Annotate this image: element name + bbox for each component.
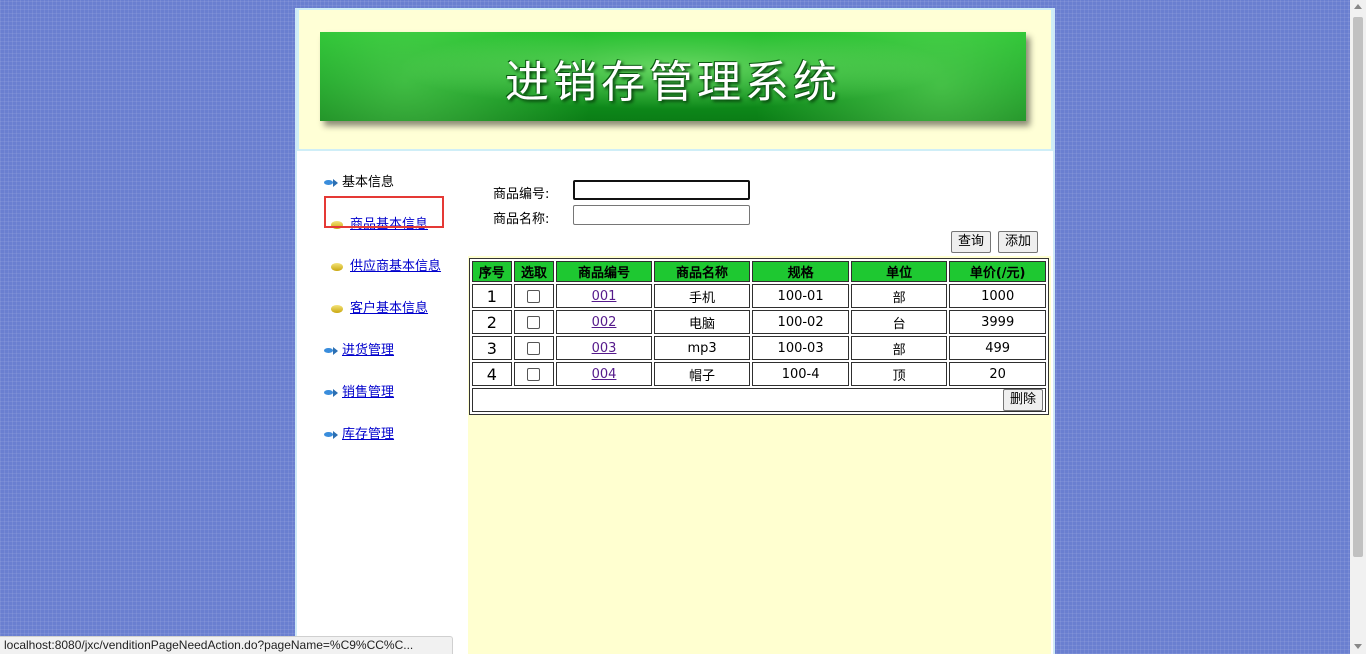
col-header-index: 序号 xyxy=(472,261,512,282)
table-header-row: 序号 选取 商品编号 商品名称 规格 单位 单价(/元) xyxy=(472,261,1046,282)
page-container: 进销存管理系统 基本信息 商品基本信息 供应商基本信息 客户基本信息 进货管理 … xyxy=(295,8,1055,654)
row-checkbox[interactable] xyxy=(527,315,541,329)
row-select-cell xyxy=(513,336,555,360)
row-price: 20 xyxy=(949,362,1046,386)
row-spec: 100-01 xyxy=(752,284,849,308)
table-row: 2 002 电脑 100-02 台 3999 xyxy=(472,310,1046,334)
row-code-cell: 004 xyxy=(556,362,652,386)
sidebar-item-label: 基本信息 xyxy=(342,175,395,190)
col-header-name: 商品名称 xyxy=(653,261,751,282)
table-row: 4 004 帽子 100-4 顶 20 xyxy=(472,362,1046,386)
sidebar-link-inventory[interactable]: 库存管理 xyxy=(342,427,394,442)
row-price: 499 xyxy=(949,336,1046,360)
delete-button[interactable]: 删除 xyxy=(1002,389,1043,411)
goods-name-input[interactable] xyxy=(573,205,750,225)
col-header-unit: 单位 xyxy=(850,261,948,282)
selected-menu-highlight xyxy=(324,196,444,228)
fish-icon xyxy=(324,388,338,398)
row-name: 帽子 xyxy=(653,362,751,386)
sidebar-link-supplier-info[interactable]: 供应商基本信息 xyxy=(350,259,441,274)
row-checkbox[interactable] xyxy=(527,289,541,303)
col-header-price: 单价(/元) xyxy=(949,261,1046,282)
search-form: 商品编号: 商品名称: 查询 添加 xyxy=(468,151,1051,256)
row-index: 3 xyxy=(472,336,512,360)
sidebar-item-customer-info[interactable]: 客户基本信息 xyxy=(331,297,428,316)
row-name: 电脑 xyxy=(653,310,751,334)
banner: 进销存管理系统 xyxy=(320,32,1026,121)
col-header-select: 选取 xyxy=(513,261,555,282)
main-content: 商品编号: 商品名称: 查询 添加 序号 选取 商品编号 商品名称 规格 单位 … xyxy=(468,151,1051,654)
row-name: mp3 xyxy=(653,336,751,360)
header: 进销存管理系统 xyxy=(297,8,1053,151)
row-code-cell: 002 xyxy=(556,310,652,334)
row-code-cell: 003 xyxy=(556,336,652,360)
row-unit: 顶 xyxy=(850,362,948,386)
app-title: 进销存管理系统 xyxy=(505,57,841,108)
row-price: 3999 xyxy=(949,310,1046,334)
row-code-link[interactable]: 001 xyxy=(592,289,617,304)
scroll-up-arrow-icon[interactable] xyxy=(1354,4,1362,9)
row-code-link[interactable]: 003 xyxy=(592,341,617,356)
row-name: 手机 xyxy=(653,284,751,308)
row-code-link[interactable]: 002 xyxy=(592,315,617,330)
row-unit: 台 xyxy=(850,310,948,334)
fish-icon xyxy=(324,178,338,188)
query-button[interactable]: 查询 xyxy=(951,231,992,253)
scrollbar-thumb[interactable] xyxy=(1353,17,1363,557)
row-select-cell xyxy=(513,310,555,334)
row-unit: 部 xyxy=(850,336,948,360)
sidebar-item-supplier-info[interactable]: 供应商基本信息 xyxy=(331,255,441,274)
sidebar-link-sales[interactable]: 销售管理 xyxy=(342,385,394,400)
row-price: 1000 xyxy=(949,284,1046,308)
row-unit: 部 xyxy=(850,284,948,308)
sidebar-item-inventory[interactable]: 库存管理 xyxy=(324,423,394,442)
row-code-link[interactable]: 004 xyxy=(592,367,617,382)
col-header-spec: 规格 xyxy=(752,261,849,282)
sidebar-item-basic-info: 基本信息 xyxy=(324,171,394,190)
table-row: 1 001 手机 100-01 部 1000 xyxy=(472,284,1046,308)
add-button[interactable]: 添加 xyxy=(998,231,1039,253)
row-index: 2 xyxy=(472,310,512,334)
col-header-code: 商品编号 xyxy=(556,261,652,282)
row-spec: 100-02 xyxy=(752,310,849,334)
table-footer-cell: 删除 xyxy=(472,388,1046,412)
sidebar-item-sales[interactable]: 销售管理 xyxy=(324,381,394,400)
leaf-icon xyxy=(331,304,343,313)
leaf-icon xyxy=(331,262,343,271)
sidebar-link-purchase[interactable]: 进货管理 xyxy=(342,343,394,358)
sidebar-link-customer-info[interactable]: 客户基本信息 xyxy=(350,301,428,316)
goods-code-input[interactable] xyxy=(573,180,750,200)
fish-icon xyxy=(324,430,338,440)
fish-icon xyxy=(324,346,338,356)
table-footer-row: 删除 xyxy=(472,388,1046,412)
table-row: 3 003 mp3 100-03 部 499 xyxy=(472,336,1046,360)
row-select-cell xyxy=(513,362,555,386)
row-checkbox[interactable] xyxy=(527,341,541,355)
scroll-down-arrow-icon[interactable] xyxy=(1354,644,1362,649)
row-spec: 100-03 xyxy=(752,336,849,360)
goods-name-label: 商品名称: xyxy=(493,212,550,227)
row-checkbox[interactable] xyxy=(527,367,541,381)
row-select-cell xyxy=(513,284,555,308)
row-spec: 100-4 xyxy=(752,362,849,386)
sidebar-item-purchase[interactable]: 进货管理 xyxy=(324,339,394,358)
vertical-scrollbar[interactable] xyxy=(1350,0,1366,654)
row-index: 1 xyxy=(472,284,512,308)
row-code-cell: 001 xyxy=(556,284,652,308)
status-bar-url: localhost:8080/jxc/venditionPageNeedActi… xyxy=(0,636,453,654)
goods-code-label: 商品编号: xyxy=(493,187,550,202)
goods-table: 序号 选取 商品编号 商品名称 规格 单位 单价(/元) 1 001 手机 10… xyxy=(469,258,1049,415)
row-index: 4 xyxy=(472,362,512,386)
